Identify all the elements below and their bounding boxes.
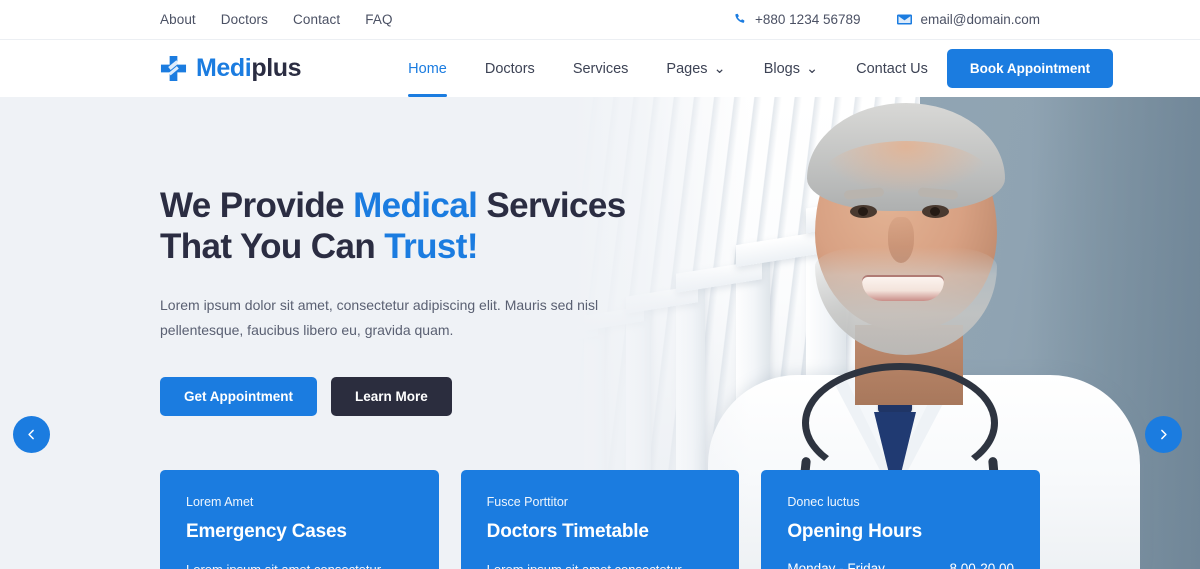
nav-item-contact-us[interactable]: Contact Us <box>837 40 947 97</box>
opening-hours-day: Monday - Friday <box>787 561 885 569</box>
hero-title-highlight1: Medical <box>353 186 478 225</box>
feature-cards: Lorem Amet Emergency Cases Lorem ipsum s… <box>0 470 1200 569</box>
envelope-icon <box>896 13 912 26</box>
doctor-smile <box>862 275 944 301</box>
card-opening-hours[interactable]: Donec luctus Opening Hours Monday - Frid… <box>761 470 1041 569</box>
hero-title-part1: We Provide <box>160 186 354 225</box>
logo-brand-second: plus <box>251 54 302 82</box>
logo-brand-first: Medi <box>196 54 252 82</box>
main-nav: Home Doctors Services Pages ⌄ Blogs ⌄ Cont… <box>389 40 947 97</box>
email-contact[interactable]: email@domain.com <box>896 12 1041 27</box>
top-bar-contact: +880 1234 56789 email@domain.com <box>733 12 1040 27</box>
carousel-prev-button[interactable] <box>13 416 50 453</box>
hero-buttons: Get Appointment Learn More <box>160 377 680 417</box>
carousel-next-button[interactable] <box>1145 416 1182 453</box>
chevron-down-icon: ⌄ <box>713 60 726 77</box>
email-address: email@domain.com <box>920 12 1041 27</box>
topbar-link-about[interactable]: About <box>160 12 196 27</box>
learn-more-button[interactable]: Learn More <box>331 377 452 417</box>
card-subtitle: Lorem Amet <box>186 495 254 509</box>
hero-title-part3: That You Can <box>160 227 385 267</box>
stethoscope-neckpiece <box>802 363 998 483</box>
hero-description: Lorem ipsum dolor sit amet, consectetur … <box>160 296 599 339</box>
logo[interactable]: Mediplus <box>160 54 302 83</box>
opening-hours-row: Monday - Friday 8.00-20.00 <box>787 561 1014 569</box>
topbar-link-faq[interactable]: FAQ <box>365 12 392 27</box>
chevron-left-icon <box>28 429 34 440</box>
card-doctors-timetable[interactable]: Fusce Porttitor Doctors Timetable Lorem … <box>460 470 740 569</box>
chevron-right-icon <box>1161 429 1167 440</box>
top-bar-links: About Doctors Contact FAQ <box>160 12 393 27</box>
phone-contact[interactable]: +880 1234 56789 <box>733 12 861 27</box>
phone-icon <box>733 13 746 26</box>
book-appointment-button[interactable]: Book Appointment <box>946 49 1114 88</box>
hero-title-part2: Services <box>477 186 626 225</box>
doctor-eye <box>922 205 949 218</box>
doctor-hair <box>807 103 1005 211</box>
nav-item-services[interactable]: Services <box>554 40 648 97</box>
nav-item-home[interactable]: Home <box>389 40 466 97</box>
topbar-link-contact[interactable]: Contact <box>293 12 340 27</box>
medical-cross-icon <box>160 55 187 82</box>
card-title: Emergency Cases <box>186 521 347 542</box>
opening-hours-time: 8.00-20.00 <box>949 561 1015 569</box>
nav-label: Contact Us <box>856 60 928 77</box>
doctor-nose <box>888 217 914 263</box>
logo-text: Mediplus <box>196 54 302 83</box>
card-title: Opening Hours <box>787 521 922 542</box>
get-appointment-button[interactable]: Get Appointment <box>160 377 317 417</box>
card-subtitle: Donec luctus <box>787 495 860 509</box>
nav-label: Doctors <box>484 60 535 77</box>
top-bar: About Doctors Contact FAQ +880 1234 5678… <box>0 0 1200 40</box>
doctor-eye <box>850 205 877 218</box>
nav-label: Blogs <box>763 60 800 77</box>
nav-item-doctors[interactable]: Doctors <box>466 40 554 97</box>
phone-number: +880 1234 56789 <box>755 12 861 27</box>
nav-label: Pages <box>666 60 708 77</box>
nav-item-pages[interactable]: Pages ⌄ <box>647 40 744 97</box>
hero-content: We Provide Medical Services That You Can… <box>160 185 680 417</box>
site-header: Mediplus Home Doctors Services Pages ⌄ Bl… <box>0 40 1200 97</box>
card-subtitle: Fusce Porttitor <box>486 495 568 509</box>
hero-title-highlight2: Trust! <box>384 227 478 267</box>
card-emergency-cases[interactable]: Lorem Amet Emergency Cases Lorem ipsum s… <box>160 470 439 569</box>
doctor-beard <box>815 247 997 355</box>
hero-title: We Provide Medical Services That You Can… <box>160 185 680 268</box>
chevron-down-icon: ⌄ <box>805 60 819 77</box>
nav-item-blogs[interactable]: Blogs ⌄ <box>745 40 837 97</box>
card-body: Lorem ipsum sit amet consectetur <box>487 559 714 569</box>
card-title: Doctors Timetable <box>486 521 649 542</box>
topbar-link-doctors[interactable]: Doctors <box>221 12 268 27</box>
nav-label: Services <box>572 60 629 77</box>
nav-label: Home <box>408 60 447 77</box>
card-body: Lorem ipsum sit amet consectetur <box>186 559 413 569</box>
